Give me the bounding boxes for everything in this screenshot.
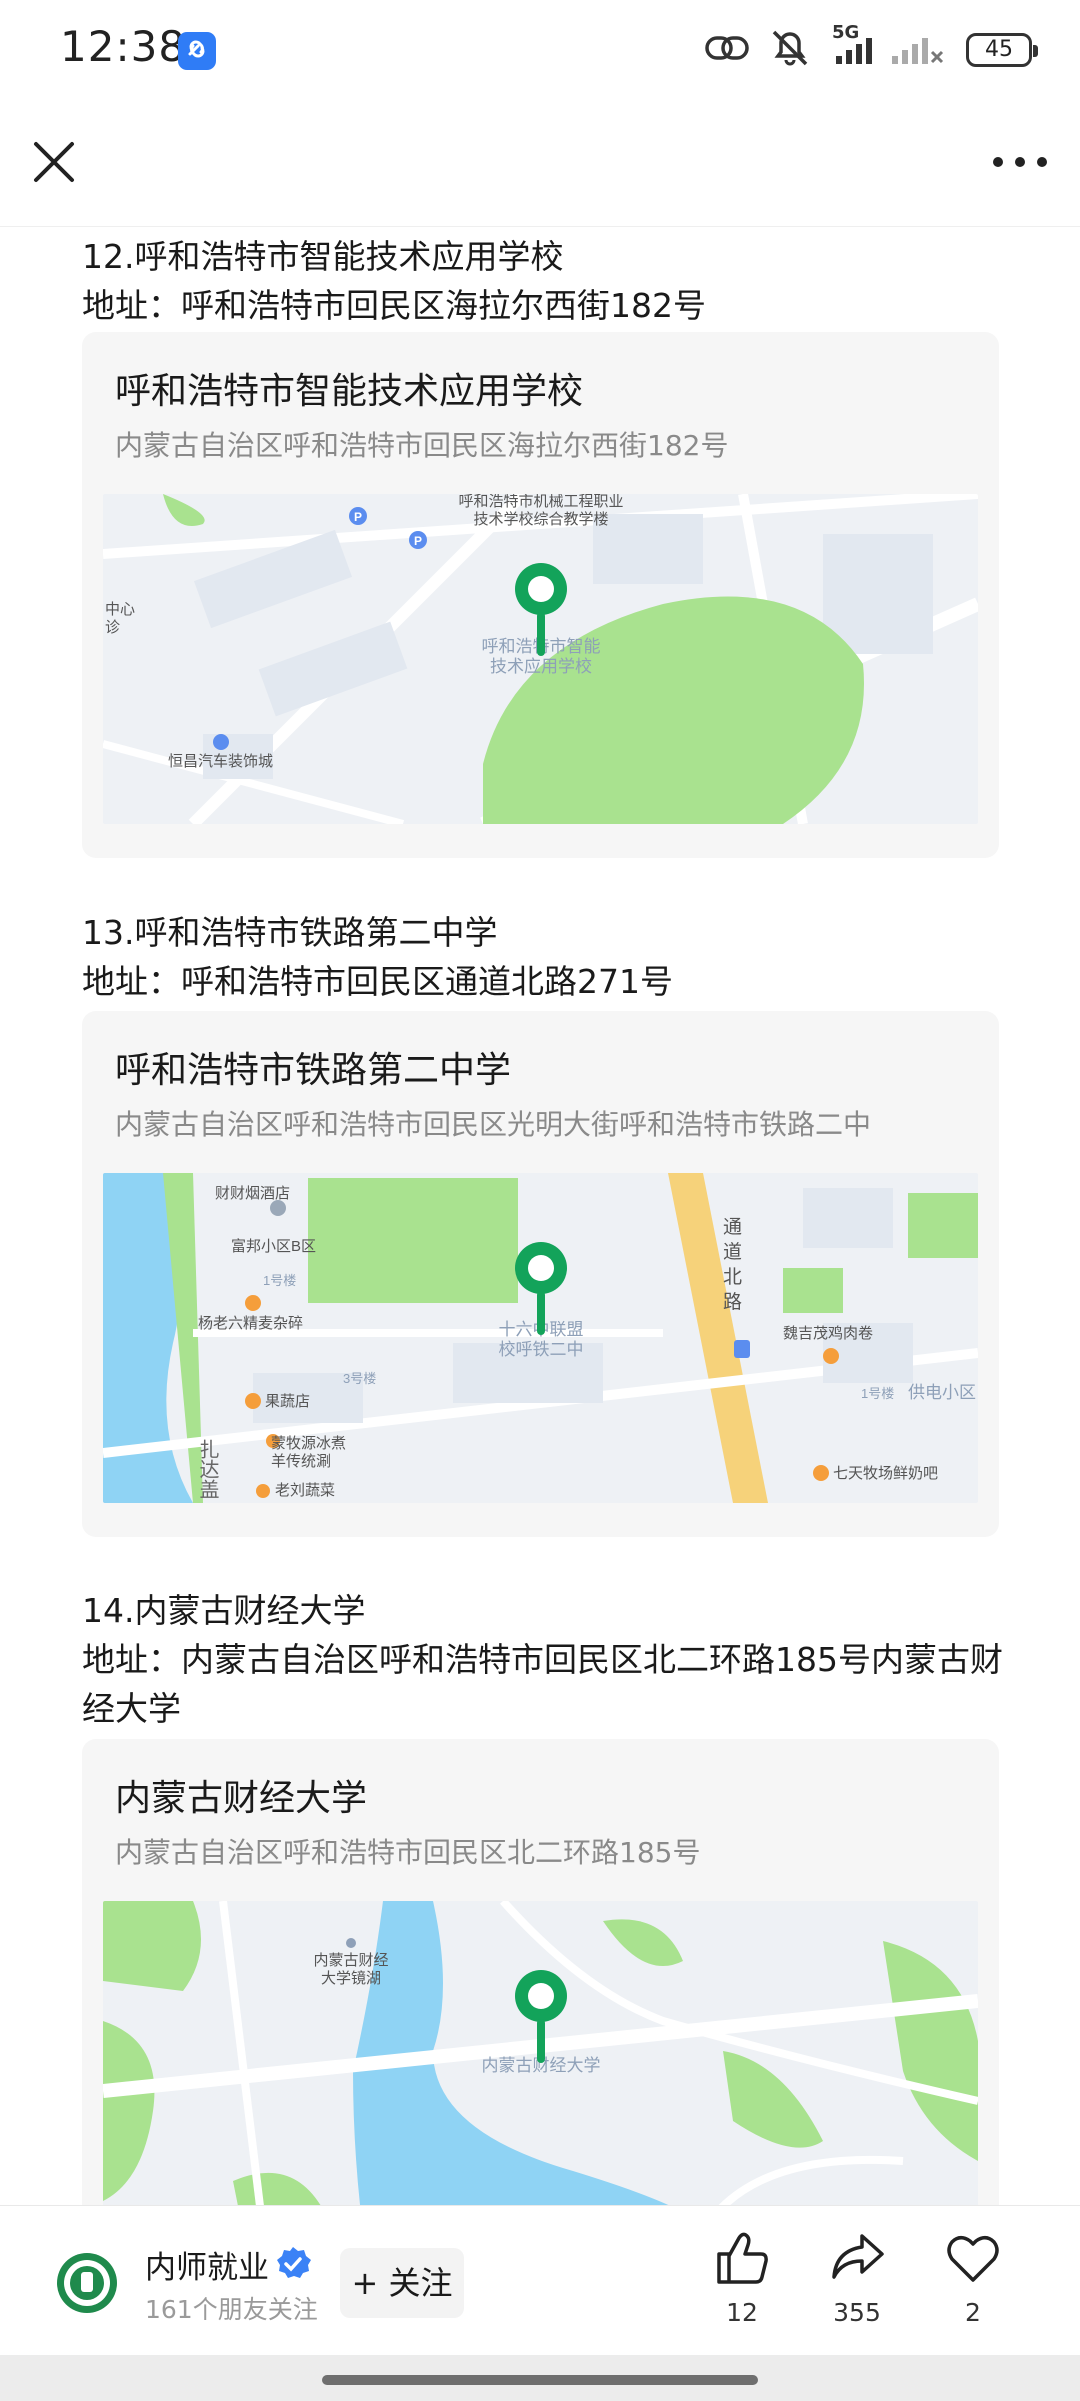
share-count: 355	[833, 2298, 881, 2327]
entry-address: 地址：呼和浩特市回民区海拉尔西街182号	[82, 286, 706, 325]
map-label: 1号楼	[263, 1273, 296, 1288]
map-label: 中心	[105, 601, 135, 618]
link-icon	[704, 31, 750, 69]
map-label: 果蔬店	[265, 1393, 310, 1410]
entry-address: 地址：内蒙古自治区呼和浩特市回民区北二环路185号内蒙古财经大学	[82, 1640, 1003, 1728]
battery-icon: 45	[966, 33, 1038, 67]
location-card[interactable]: 内蒙古财经大学 内蒙古自治区呼和浩特市回民区北二环路185号 内蒙古财经 大学镜…	[82, 1739, 999, 2205]
map-label: 富邦小区B区	[231, 1237, 316, 1255]
follow-button[interactable]: + 关注	[340, 2248, 464, 2318]
account-name[interactable]: 内师就业	[145, 2242, 269, 2287]
battery-level: 45	[985, 37, 1013, 62]
parking-icon: P	[414, 534, 422, 548]
more-options-button[interactable]	[988, 140, 1052, 184]
article-content[interactable]: 12.呼和浩特市智能技术应用学校 地址：呼和浩特市回民区海拉尔西街182号 呼和…	[0, 227, 1080, 2205]
close-icon	[34, 142, 74, 182]
entry-address: 地址：呼和浩特市回民区通道北路271号	[82, 962, 673, 1001]
like-count: 12	[726, 2298, 758, 2327]
signal-icon: 5G	[830, 22, 948, 72]
heart-icon	[947, 2236, 999, 2282]
location-name: 呼和浩特市智能技术应用学校	[115, 371, 584, 412]
location-map[interactable]: P P 呼和浩特市机械工程职业 技术学校综合教学楼 呼和浩特市智能 技术应用学校…	[103, 494, 978, 824]
mute-icon	[768, 28, 812, 72]
share-button[interactable]: 355	[802, 2230, 912, 2340]
gesture-bar	[0, 2355, 1080, 2401]
location-address: 内蒙古自治区呼和浩特市回民区北二环路185号	[115, 1836, 701, 1869]
map-label: 路	[723, 1291, 742, 1313]
followers-count: 161个朋友关注	[145, 2295, 318, 2324]
entry-title: 14.内蒙古财经大学	[82, 1591, 366, 1630]
school-entry: 13.呼和浩特市铁路第二中学 地址：呼和浩特市回民区通道北路271号	[0, 908, 1080, 1006]
map-label: 杨老六精麦杂碎	[198, 1315, 303, 1332]
location-name: 内蒙古财经大学	[115, 1778, 368, 1819]
status-right: 5G 45	[704, 22, 1038, 72]
favorite-count: 2	[965, 2298, 981, 2327]
map-label: 蒙牧源冰煮	[271, 1435, 346, 1452]
map-label: 北	[723, 1266, 742, 1288]
map-label: 1号楼	[861, 1386, 894, 1401]
map-label: 财财烟酒店	[215, 1185, 290, 1202]
location-name: 呼和浩特市铁路第二中学	[115, 1050, 512, 1091]
location-address: 内蒙古自治区呼和浩特市回民区海拉尔西街182号	[115, 429, 729, 462]
map-label: 校呼铁二中	[499, 1340, 584, 1359]
map-label: 技术应用学校	[490, 657, 592, 676]
map-label: 呼和浩特市机械工程职业	[458, 494, 623, 510]
map-label: 魏吉茂鸡肉卷	[783, 1325, 873, 1342]
more-icon	[993, 157, 1047, 167]
map-label: 诊	[105, 619, 120, 636]
favorite-button[interactable]: 2	[918, 2230, 1028, 2340]
like-button[interactable]: 12	[687, 2230, 797, 2340]
location-map[interactable]: 内蒙古财经 大学镜湖 内蒙古财经大学	[103, 1901, 978, 2205]
map-label: 羊传统涮	[271, 1453, 331, 1470]
close-button[interactable]	[28, 136, 80, 188]
network-type: 5G	[832, 22, 860, 43]
location-map[interactable]: 财财烟酒店 富邦小区B区 1号楼 杨老六精麦杂碎 十六中联盟 校呼铁二中 3号楼…	[103, 1173, 978, 1503]
top-bar	[0, 100, 1080, 227]
status-bar: 12:38 5G 45	[0, 0, 1080, 100]
app-notification-icon	[178, 32, 216, 70]
status-time: 12:38	[60, 22, 187, 71]
location-card[interactable]: 呼和浩特市铁路第二中学 内蒙古自治区呼和浩特市回民区光明大街呼和浩特市铁路二中 …	[82, 1011, 999, 1537]
location-card[interactable]: 呼和浩特市智能技术应用学校 内蒙古自治区呼和浩特市回民区海拉尔西街182号 P …	[82, 332, 999, 858]
map-label: 大学镜湖	[321, 1969, 381, 1987]
location-address: 内蒙古自治区呼和浩特市回民区光明大街呼和浩特市铁路二中	[115, 1108, 872, 1141]
home-indicator[interactable]	[322, 2375, 758, 2385]
map-label: 七天牧场鲜奶吧	[833, 1465, 938, 1482]
share-icon	[832, 2234, 884, 2279]
entry-title: 12.呼和浩特市智能技术应用学校	[82, 237, 564, 276]
map-label: 内蒙古财经	[313, 1952, 388, 1969]
map-label: 扎达盖	[196, 1439, 219, 1499]
thumbs-up-icon	[717, 2232, 768, 2284]
account-avatar[interactable]	[56, 2252, 118, 2314]
bottom-action-bar: 内师就业 161个朋友关注 + 关注 12 355 2	[0, 2205, 1080, 2356]
entry-title: 13.呼和浩特市铁路第二中学	[82, 913, 498, 952]
map-label: 恒昌汽车装饰城	[168, 753, 273, 770]
verified-badge-icon	[274, 2245, 312, 2283]
map-label: 老刘蔬菜	[275, 1482, 335, 1499]
parking-icon: P	[354, 510, 362, 524]
school-entry: 14.内蒙古财经大学 地址：内蒙古自治区呼和浩特市回民区北二环路185号内蒙古财…	[0, 1586, 1080, 1733]
map-label: 技术学校综合教学楼	[473, 511, 608, 528]
school-entry: 12.呼和浩特市智能技术应用学校 地址：呼和浩特市回民区海拉尔西街182号	[0, 232, 1080, 330]
map-label: 道	[723, 1241, 742, 1263]
map-label: 3号楼	[343, 1371, 376, 1386]
map-label: 通	[723, 1216, 742, 1238]
map-label: 供电小区	[908, 1383, 976, 1402]
